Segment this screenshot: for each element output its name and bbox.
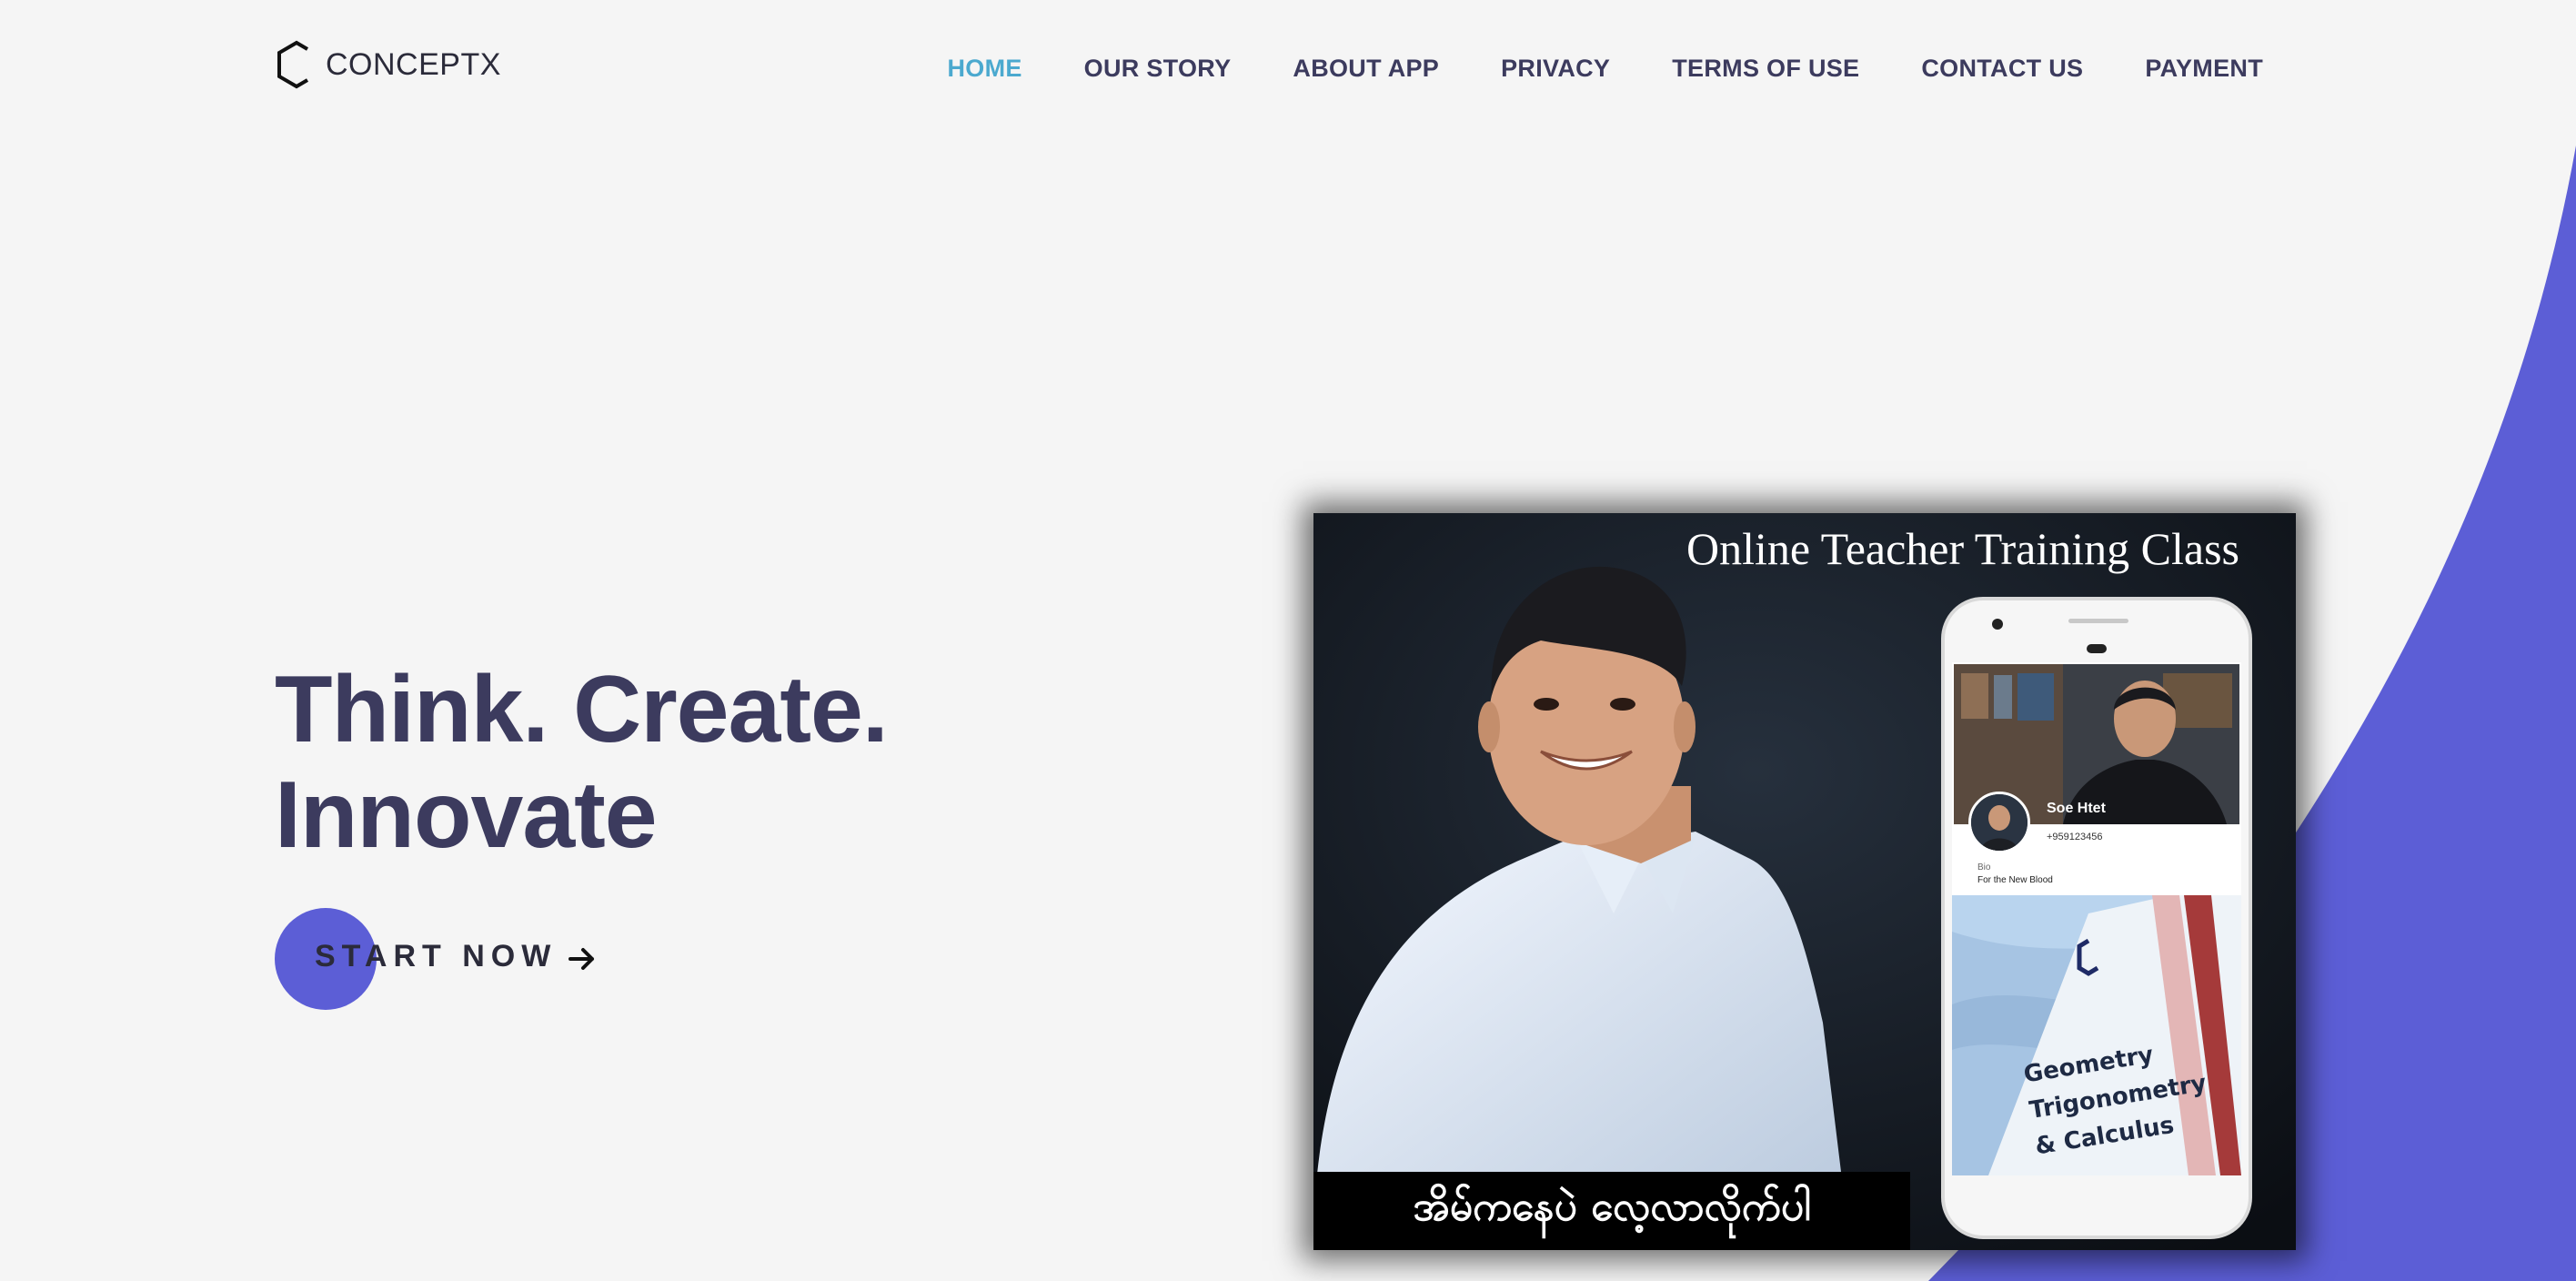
hero-title: Think. Create. Innovate (275, 657, 889, 868)
start-now-button[interactable]: START NOW (275, 908, 620, 1010)
nav-item-our-story[interactable]: OUR STORY (1084, 55, 1232, 83)
bio-text: For the New Blood (1977, 875, 2053, 885)
avatar (1968, 792, 2030, 853)
promo-image: Online Teacher Training Class အိမ်ကနေပဲ … (1313, 513, 2296, 1250)
nav-item-payment[interactable]: PAYMENT (2145, 55, 2263, 83)
phone-speaker (2068, 619, 2128, 623)
hero-title-line-1: Think. Create. (275, 657, 889, 762)
phone-camera (1992, 619, 2003, 630)
nav-item-terms-of-use[interactable]: TERMS OF USE (1672, 55, 1859, 83)
brand-logo[interactable]: CONCEPTX (275, 40, 501, 89)
brand-name: CONCEPTX (326, 46, 501, 82)
nav-item-about-app[interactable]: ABOUT APP (1293, 55, 1439, 83)
main-nav: HOME OUR STORY ABOUT APP PRIVACY TERMS O… (947, 55, 2263, 83)
profile-phone-number: +959123456 (2047, 832, 2103, 842)
nav-item-privacy[interactable]: PRIVACY (1501, 55, 1610, 83)
hero-title-line-2: Innovate (275, 762, 658, 868)
nav-item-home[interactable]: HOME (947, 55, 1021, 83)
profile-name: Soe Htet (2047, 801, 2106, 816)
phone-mockup: Soe Htet +959123456 Bio For the New Bloo… (1941, 597, 2252, 1239)
course-book-image: Geometry Trigonometry & Calculus (1952, 895, 2241, 1175)
start-now-label: START NOW (315, 939, 558, 973)
caption-bar: အိမ်ကနေပဲ လေ့လာလိုက်ပါ (1313, 1172, 1910, 1250)
arrow-right-icon (569, 948, 594, 970)
promo-title: Online Teacher Training Class (1685, 523, 2239, 574)
phone-screen: Soe Htet +959123456 Bio For the New Bloo… (1952, 662, 2241, 1175)
phone-sensor (2087, 644, 2107, 653)
nav-item-contact-us[interactable]: CONTACT US (1921, 55, 2083, 83)
site-header: CONCEPTX HOME OUR STORY ABOUT APP PRIVAC… (0, 0, 2576, 146)
hero-section: Think. Create. Innovate START NOW (275, 657, 889, 1010)
bio-label: Bio (1977, 862, 1991, 872)
caption-text: အိမ်ကနေပဲ လေ့လာလိုက်ပါ (1413, 1184, 1811, 1230)
hexagon-logo-icon (277, 40, 309, 89)
